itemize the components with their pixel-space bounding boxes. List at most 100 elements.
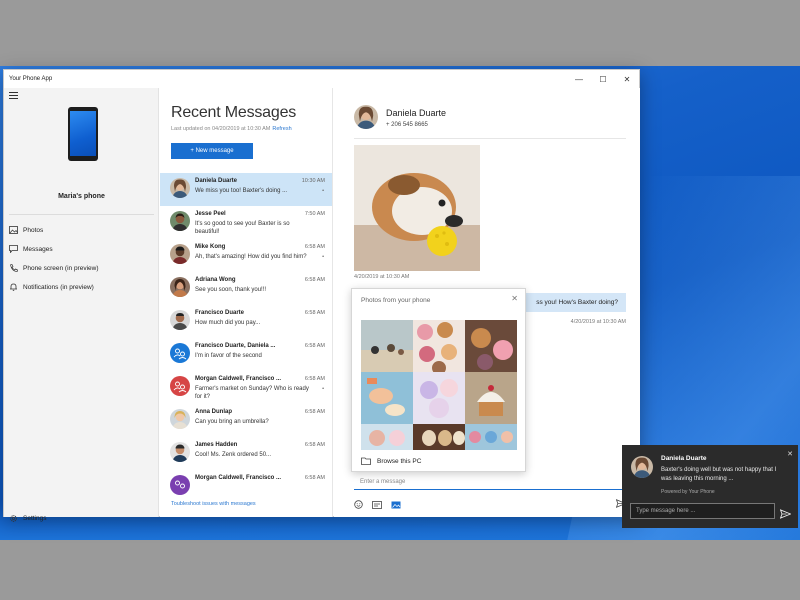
message-time: 10:30 AM bbox=[301, 178, 325, 184]
sidebar-item-settings[interactable]: Settings bbox=[9, 512, 47, 524]
contact-name: Francisco Duarte bbox=[195, 310, 245, 316]
close-icon[interactable]: ✕ bbox=[787, 450, 793, 458]
unread-dot: • bbox=[322, 254, 324, 260]
message-preview: See you soon, thank you!!! bbox=[195, 287, 267, 293]
sidebar-item-notifications[interactable]: Notifications (in preview) bbox=[9, 281, 94, 293]
message-preview: Ah, that's amazing! How did you find him… bbox=[195, 254, 307, 260]
compose-toolbar bbox=[354, 496, 401, 514]
message-time: 6:58 AM bbox=[304, 442, 325, 448]
photo-thumbnail[interactable] bbox=[413, 424, 465, 450]
contact-name: Anna Dunlap bbox=[195, 409, 232, 415]
photo-thumbnail[interactable] bbox=[361, 424, 413, 450]
photo-timestamp: 4/20/2019 at 10:30 AM bbox=[354, 274, 410, 280]
folder-icon bbox=[361, 457, 371, 465]
browse-pc-button[interactable]: Browse this PC bbox=[361, 457, 421, 465]
sidebar-item-label: Phone screen (in preview) bbox=[23, 264, 99, 272]
messages-list-panel: Recent Messages Last updated on 04/20/20… bbox=[160, 88, 333, 517]
conversation-row[interactable]: Mike Kong 6:58 AM Ah, that's amazing! Ho… bbox=[160, 239, 332, 272]
conversation-row[interactable]: Francisco Duarte 6:58 AM How much did yo… bbox=[160, 305, 332, 338]
photo-grid bbox=[361, 320, 517, 450]
photo-thumbnail[interactable] bbox=[361, 372, 413, 424]
sidebar-item-photos[interactable]: Photos bbox=[9, 224, 43, 236]
gif-icon[interactable] bbox=[372, 496, 382, 514]
conversation-row[interactable]: Morgan Caldwell, Francisco ... 6:58 AM F… bbox=[160, 371, 332, 404]
last-updated-text: Last updated on 04/20/2019 at 10:30 AM Re… bbox=[171, 126, 292, 132]
conversation-row[interactable]: Francisco Duarte, Daniela ... 6:58 AM I'… bbox=[160, 338, 332, 371]
page-title: Recent Messages bbox=[171, 104, 297, 121]
message-preview: How much did you pay... bbox=[195, 320, 261, 326]
group-avatar bbox=[170, 376, 190, 396]
conversation-row[interactable]: Daniela Duarte 10:30 AM We miss you too!… bbox=[160, 173, 332, 206]
contact-name: James Hadden bbox=[195, 442, 238, 448]
message-input[interactable]: Enter a message bbox=[354, 474, 626, 490]
phone-illustration bbox=[68, 107, 98, 161]
emoji-icon[interactable] bbox=[354, 496, 363, 514]
conversation-row[interactable]: Anna Dunlap 6:58 AM Can you bring an umb… bbox=[160, 404, 332, 437]
message-preview: I'm in favor of the second bbox=[195, 353, 262, 359]
message-time: 6:58 AM bbox=[304, 409, 325, 415]
troubleshoot-link[interactable]: Toubleshoot issues with messages bbox=[171, 501, 256, 507]
send-icon[interactable] bbox=[779, 506, 792, 524]
message-time: 6:58 AM bbox=[304, 310, 325, 316]
new-message-button[interactable]: + New message bbox=[171, 143, 253, 159]
conversation-row[interactable]: Adriana Wong 6:58 AM See you soon, thank… bbox=[160, 272, 332, 305]
app-window: Your Phone App — ☐ ✕ Maria's phone Photo… bbox=[3, 69, 640, 522]
photo-thumbnail[interactable] bbox=[413, 320, 465, 372]
contact-name: Morgan Caldwell, Francisco ... bbox=[195, 475, 282, 481]
photo-thumbnail[interactable] bbox=[413, 372, 465, 424]
toast-reply-input[interactable]: Type message here ... bbox=[630, 503, 775, 519]
image-icon[interactable] bbox=[391, 496, 401, 514]
message-preview: We miss you too! Baxter's doing ... bbox=[195, 188, 288, 194]
sidebar-item-label: Messages bbox=[23, 245, 53, 253]
outgoing-message: ss you! How's Baxter doing? bbox=[524, 293, 626, 312]
contact-phone: + 206 545 8665 bbox=[386, 122, 428, 128]
title-bar: Your Phone App — ☐ ✕ bbox=[4, 70, 639, 88]
sidebar-item-phone-screen[interactable]: Phone screen (in preview) bbox=[9, 262, 99, 274]
settings-label: Settings bbox=[23, 514, 47, 522]
contact-name: Adriana Wong bbox=[195, 277, 236, 283]
photo-icon bbox=[9, 226, 18, 234]
received-photo[interactable] bbox=[354, 145, 480, 271]
photo-thumbnail[interactable] bbox=[465, 320, 517, 372]
sidebar-item-label: Photos bbox=[23, 226, 44, 234]
toast-sender: Daniela Duarte bbox=[661, 455, 707, 462]
message-time: 6:58 AM bbox=[304, 343, 325, 349]
message-preview: Cool! Ms. Zenk ordered 50... bbox=[195, 452, 272, 458]
close-icon[interactable]: ✕ bbox=[511, 294, 518, 303]
photos-popup: Photos from your phone ✕ Browse this PC bbox=[351, 288, 526, 472]
conversation-row[interactable]: Morgan Caldwell, Francisco ... 6:58 AM bbox=[160, 470, 332, 503]
minimize-button[interactable]: — bbox=[567, 70, 591, 88]
conversation-row[interactable]: James Hadden 6:58 AM Cool! Ms. Zenk orde… bbox=[160, 437, 332, 470]
header-divider bbox=[354, 138, 626, 139]
message-preview: Can you bring an umbrella? bbox=[195, 419, 269, 425]
sidebar-item-messages[interactable]: Messages bbox=[9, 243, 53, 255]
close-button[interactable]: ✕ bbox=[615, 70, 639, 88]
group-avatar bbox=[170, 343, 190, 363]
conversation-list: Daniela Duarte 10:30 AM We miss you too!… bbox=[160, 173, 332, 503]
group-avatar bbox=[170, 475, 190, 495]
conversation-row[interactable]: Jesse Peel 7:50 AM It's so good to see y… bbox=[160, 206, 332, 239]
message-time: 6:58 AM bbox=[304, 376, 325, 382]
browse-label: Browse this PC bbox=[377, 457, 422, 465]
sidebar-divider bbox=[9, 214, 154, 215]
photo-thumbnail[interactable] bbox=[465, 424, 517, 450]
maximize-button[interactable]: ☐ bbox=[591, 70, 615, 88]
hamburger-menu-icon[interactable] bbox=[9, 92, 18, 99]
toast-message: Baxter's doing well but was not happy th… bbox=[661, 467, 777, 482]
unread-dot: • bbox=[322, 386, 324, 392]
avatar bbox=[170, 409, 190, 429]
photo-thumbnail[interactable] bbox=[361, 320, 413, 372]
bell-icon bbox=[9, 283, 18, 291]
contact-name: Daniela Duarte bbox=[386, 108, 447, 118]
notification-toast: Daniela Duarte Baxter's doing well but w… bbox=[622, 445, 798, 528]
phone-icon bbox=[9, 264, 18, 272]
chat-icon bbox=[9, 245, 18, 253]
gear-icon bbox=[9, 514, 18, 522]
outgoing-timestamp: 4/20/2019 at 10:30 AM bbox=[570, 319, 626, 325]
avatar bbox=[170, 442, 190, 462]
refresh-link[interactable]: Refresh bbox=[272, 126, 291, 132]
contact-name: Mike Kong bbox=[195, 244, 226, 250]
photo-thumbnail[interactable] bbox=[465, 372, 517, 424]
avatar bbox=[170, 178, 190, 198]
avatar bbox=[170, 211, 190, 231]
